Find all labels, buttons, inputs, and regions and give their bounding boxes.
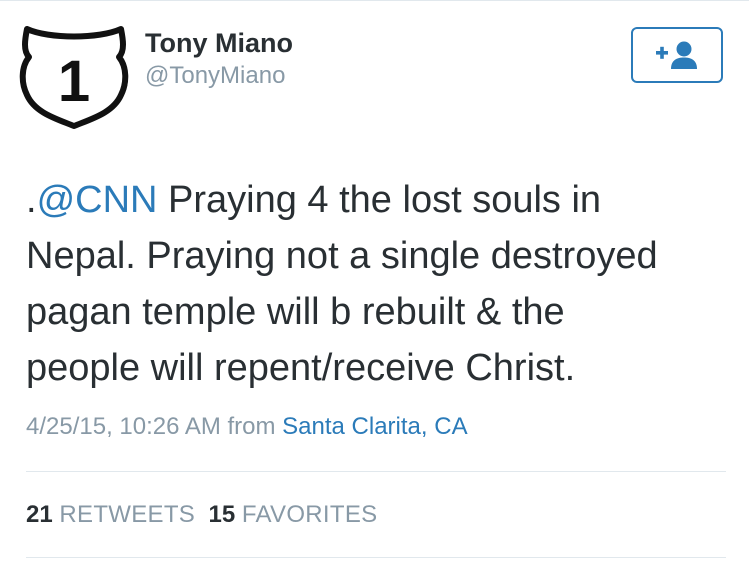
tweet-line-4: people will repent/receive Christ. — [26, 347, 576, 389]
user-avatar[interactable]: 1 — [19, 23, 129, 129]
favorites-label: FAVORITES — [241, 501, 378, 528]
avatar-shield-number: 1 — [58, 49, 90, 114]
tweet-body: .@CNN Praying 4 the lost souls in Nepal.… — [26, 172, 726, 396]
stats-top-divider — [26, 471, 726, 472]
follow-user-icon — [656, 41, 697, 69]
follow-button[interactable] — [631, 27, 723, 83]
highway-shield-icon: 1 — [19, 26, 129, 129]
tweet-line-2: Nepal. Praying not a single destroyed — [26, 235, 658, 277]
display-name[interactable]: Tony Miano — [145, 26, 293, 60]
stats-bottom-divider — [26, 557, 726, 558]
from-label: from — [220, 413, 283, 440]
user-handle[interactable]: @TonyMiano — [145, 61, 285, 91]
tweet-timestamp: 4/25/15, 10:26 AM — [26, 413, 221, 440]
tweet-line-1: .@CNN Praying 4 the lost souls in — [26, 172, 726, 228]
favorites-count: 15 — [208, 501, 236, 528]
tweet-meta: 4/25/15, 10:26 AM from Santa Clarita, CA — [26, 410, 468, 444]
tweet-stats: 21 RETWEETS 15 FAVORITES — [26, 498, 377, 532]
tweet-line-1-text: Praying 4 the lost souls in — [157, 179, 602, 221]
retweets-label: RETWEETS — [59, 501, 196, 528]
mention-link[interactable]: @CNN — [37, 179, 158, 221]
favorites-stat[interactable]: 15 FAVORITES — [208, 501, 377, 528]
retweets-stat[interactable]: 21 RETWEETS — [26, 501, 195, 528]
tweet-detail-view: 1 Tony Miano @TonyMiano .@CNN Praying 4 … — [0, 0, 749, 561]
location-link[interactable]: Santa Clarita, CA — [282, 413, 467, 440]
retweets-count: 21 — [26, 501, 53, 528]
top-divider — [0, 0, 749, 1]
tweet-line-3: pagan temple will b rebuilt & the — [26, 291, 565, 333]
tweet-prefix: . — [26, 179, 37, 221]
